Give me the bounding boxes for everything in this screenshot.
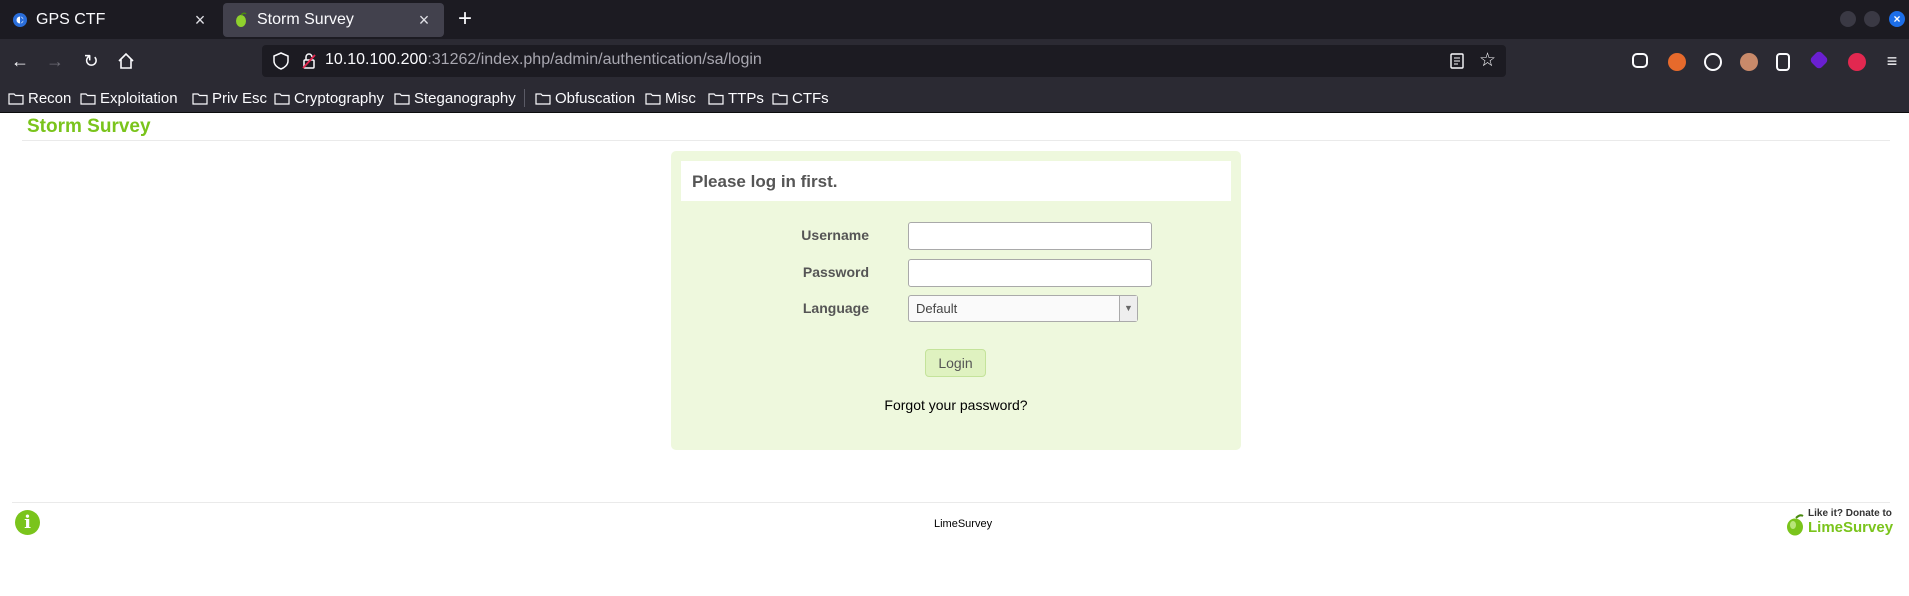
- tab-storm-survey[interactable]: Storm Survey ×: [223, 3, 444, 37]
- bookmark-label: Obfuscation: [555, 89, 636, 107]
- language-selected-value: Default: [916, 301, 958, 316]
- menu-icon[interactable]: ≡: [1880, 49, 1904, 73]
- username-label: Username: [801, 227, 869, 243]
- bookmark-separator: [524, 89, 525, 107]
- site-title: Storm Survey: [27, 116, 151, 137]
- url-host: 10.10.100.200: [325, 51, 428, 68]
- donate-banner[interactable]: Like it? Donate to LimeSurvey: [1786, 507, 1894, 539]
- close-tab-icon[interactable]: ×: [414, 10, 434, 30]
- info-icon[interactable]: i: [15, 510, 40, 535]
- avatar-extension-icon[interactable]: [1740, 53, 1758, 71]
- donate-line-1: Like it? Donate to: [1808, 508, 1892, 519]
- folder-icon: [192, 92, 208, 105]
- back-arrow-icon[interactable]: ←: [8, 49, 32, 73]
- language-label: Language: [802, 300, 869, 316]
- wappalyzer-icon[interactable]: [1809, 50, 1829, 70]
- maximize-window-button[interactable]: [1864, 11, 1880, 27]
- footer: i LimeSurvey Like it? Donate to LimeSurv…: [12, 502, 1894, 552]
- trash-icon[interactable]: [1776, 53, 1790, 71]
- lime-logo-icon: [1787, 514, 1804, 536]
- bookmark-folder-cryptography[interactable]: Cryptography: [274, 88, 384, 108]
- tab-title: Storm Survey: [257, 11, 354, 28]
- address-bar[interactable]: 10.10.100.200:31262/index.php/admin/auth…: [262, 45, 1506, 77]
- ublock-icon[interactable]: [1848, 53, 1866, 71]
- site-header: Storm Survey: [22, 113, 1890, 141]
- new-tab-button[interactable]: +: [453, 7, 477, 32]
- folder-icon: [80, 92, 96, 105]
- bookmark-star-icon[interactable]: ☆: [1479, 49, 1496, 72]
- cookie-icon[interactable]: [1704, 53, 1722, 71]
- bookmark-label: CTFs: [792, 89, 829, 107]
- bookmarks-toolbar: Recon Exploitation Priv Esc Cryptography…: [0, 83, 1909, 113]
- forward-arrow-icon[interactable]: →: [43, 49, 67, 73]
- close-window-button[interactable]: ×: [1889, 11, 1905, 27]
- bookmark-folder-obfuscation[interactable]: Obfuscation: [535, 88, 635, 108]
- bookmark-folder-ttps[interactable]: TTPs: [708, 88, 764, 108]
- tab-gps-ctf[interactable]: GPS CTF ×: [2, 3, 220, 37]
- bookmark-folder-recon[interactable]: Recon: [8, 88, 71, 108]
- bookmark-label: Exploitation: [100, 89, 178, 107]
- firefox-icon: [13, 13, 27, 27]
- limesurvey-favicon: [236, 12, 247, 27]
- password-label: Password: [802, 264, 869, 280]
- login-header: Please log in first.: [681, 161, 1231, 201]
- folder-icon: [772, 92, 788, 105]
- password-input[interactable]: [908, 259, 1152, 287]
- bookmark-folder-ctfs[interactable]: CTFs: [772, 88, 829, 108]
- home-icon[interactable]: [114, 49, 138, 73]
- reload-icon[interactable]: ↻: [79, 49, 103, 73]
- donate-line-2: LimeSurvey: [1808, 519, 1894, 536]
- tab-title: GPS CTF: [36, 11, 106, 28]
- url-text[interactable]: 10.10.100.200:31262/index.php/admin/auth…: [325, 51, 762, 69]
- reader-view-icon[interactable]: [1448, 52, 1466, 70]
- tab-bar: GPS CTF × Storm Survey × + ×: [0, 0, 1909, 39]
- close-tab-icon[interactable]: ×: [190, 10, 210, 30]
- folder-icon: [708, 92, 724, 105]
- folder-icon: [274, 92, 290, 105]
- bookmark-label: Priv Esc: [212, 89, 268, 107]
- bookmark-label: Misc: [665, 89, 696, 107]
- language-select[interactable]: Default ▼: [908, 295, 1138, 322]
- login-button[interactable]: Login: [925, 349, 986, 377]
- folder-icon: [394, 92, 410, 105]
- insecure-lock-icon[interactable]: [300, 52, 318, 70]
- folder-icon: [645, 92, 661, 105]
- navigation-bar: ← → ↻ 10.10.100.200:31262/index.php/admi…: [0, 39, 1909, 83]
- foxyproxy-icon[interactable]: [1668, 53, 1686, 71]
- url-path: :31262/index.php/admin/authentication/sa…: [427, 51, 762, 68]
- pocket-icon[interactable]: [1632, 53, 1648, 68]
- bookmark-folder-steganography[interactable]: Steganography: [394, 88, 516, 108]
- forgot-password-link[interactable]: Forgot your password?: [671, 397, 1241, 413]
- login-message: Please log in first.: [692, 172, 838, 191]
- bookmark-label: TTPs: [728, 89, 764, 107]
- bookmark-label: Recon: [28, 89, 72, 107]
- dropdown-arrow-icon[interactable]: ▼: [1119, 296, 1137, 321]
- minimize-window-button[interactable]: [1840, 11, 1856, 27]
- bookmark-folder-exploitation[interactable]: Exploitation: [80, 88, 178, 108]
- bookmark-label: Steganography: [414, 89, 516, 107]
- login-form: Please log in first. Username Password L…: [671, 151, 1241, 450]
- username-input[interactable]: [908, 222, 1152, 250]
- footer-limesurvey-link[interactable]: LimeSurvey: [934, 518, 992, 530]
- folder-icon: [535, 92, 551, 105]
- bookmark-folder-priv-esc[interactable]: Priv Esc: [192, 88, 267, 108]
- folder-icon: [8, 92, 24, 105]
- bookmark-label: Cryptography: [294, 89, 385, 107]
- bookmark-folder-misc[interactable]: Misc: [645, 88, 696, 108]
- shield-icon[interactable]: [272, 52, 290, 70]
- page-content: Storm Survey Please log in first. Userna…: [0, 113, 1909, 596]
